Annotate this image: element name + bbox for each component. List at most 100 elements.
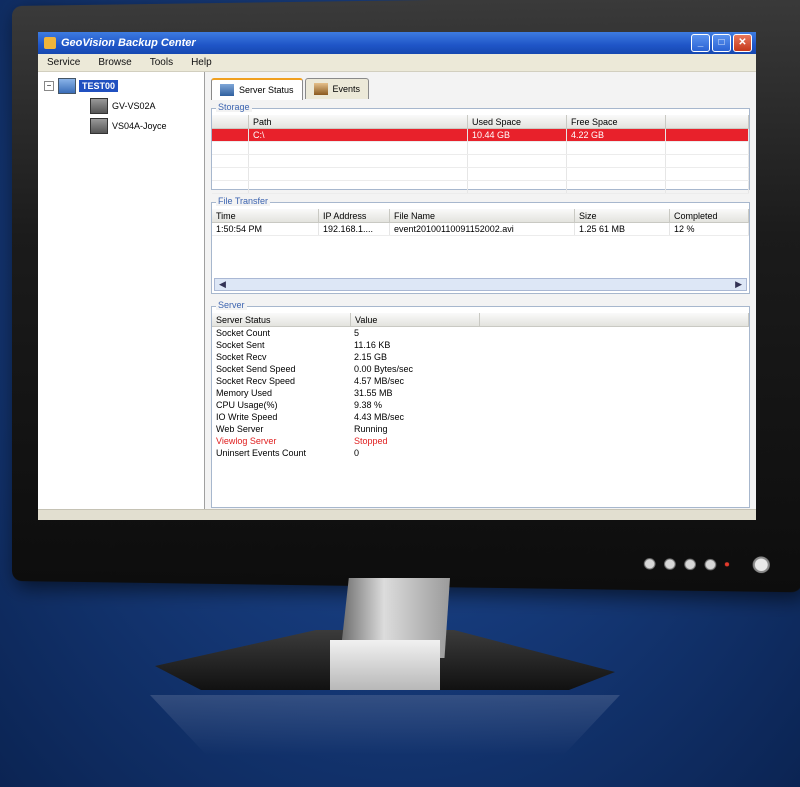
tab-events[interactable]: Events: [304, 78, 370, 99]
storage-empty-cell: [248, 167, 468, 181]
storage-header-free[interactable]: Free Space: [566, 115, 666, 129]
server-status-row[interactable]: Uninsert Events Count 0: [212, 447, 749, 459]
storage-header-filler: [665, 115, 749, 129]
transfer-header-time[interactable]: Time: [212, 209, 319, 223]
tree-item-gv-vs02a[interactable]: GV-VS02A: [90, 98, 156, 114]
scroll-right-icon[interactable]: ▶: [731, 279, 746, 290]
server-header-filler: [479, 313, 749, 327]
video-server-icon: [90, 98, 108, 114]
monitor-button: [704, 558, 717, 570]
host-tree: − TEST00 GV-VS02A VS04A-Joyce: [38, 72, 205, 510]
storage-panel: Storage Path Used Space Free Space C:\ 10…: [211, 102, 750, 194]
storage-empty-cell: [467, 167, 567, 181]
window-controls: _ □ ✕: [691, 34, 752, 52]
monitor-button: [643, 557, 656, 570]
storage-empty-row: [212, 154, 749, 168]
storage-empty-cell: [566, 141, 666, 155]
storage-empty-cell: [212, 167, 249, 181]
scroll-left-icon[interactable]: ◀: [215, 279, 230, 290]
server-status-name: Uninsert Events Count: [216, 448, 307, 458]
server-status-row[interactable]: Viewlog Server Stopped: [212, 435, 749, 447]
server-status-row[interactable]: Socket Sent 11.16 KB: [212, 339, 749, 351]
tab-strip: Server Status Events: [211, 78, 370, 100]
server-status-row[interactable]: Memory Used 31.55 MB: [212, 387, 749, 399]
server-status-value: 0.00 Bytes/sec: [354, 364, 414, 374]
monitor-button: [684, 558, 696, 570]
transfer-cell-file: event20100110091152002.avi: [389, 222, 575, 236]
minimize-button[interactable]: _: [691, 34, 710, 52]
transfer-header-ip[interactable]: IP Address: [318, 209, 390, 223]
monitor-controls: [643, 555, 770, 574]
storage-header-blank: [212, 115, 249, 129]
storage-empty-cell: [467, 141, 567, 155]
server-status-row[interactable]: Socket Send Speed 0.00 Bytes/sec: [212, 363, 749, 375]
monitor-button: [664, 557, 676, 570]
tree-item-label: VS04A-Joyce: [112, 121, 167, 131]
server-status-name: Socket Send Speed: [216, 364, 296, 374]
server-status-row[interactable]: Socket Recv Speed 4.57 MB/sec: [212, 375, 749, 387]
storage-header-path[interactable]: Path: [248, 115, 468, 129]
file-transfer-title: File Transfer: [216, 196, 271, 206]
menu-service[interactable]: Service: [38, 57, 89, 68]
status-bar: [38, 509, 756, 520]
storage-empty-cell: [665, 167, 749, 181]
server-status-row[interactable]: Socket Recv 2.15 GB: [212, 351, 749, 363]
server-header-value[interactable]: Value: [350, 313, 480, 327]
storage-empty-cell: [566, 180, 666, 194]
storage-empty-cell: [248, 180, 468, 194]
storage-row[interactable]: C:\ 10.44 GB 4.22 GB: [212, 128, 749, 142]
tree-root-item[interactable]: − TEST00: [44, 78, 119, 94]
server-panel: Server Server Status Value Socket Count 5…: [211, 300, 750, 508]
desk-reflection: [150, 695, 620, 755]
server-status-value: 2.15 GB: [354, 352, 388, 362]
close-button[interactable]: ✕: [733, 34, 752, 52]
server-status-value: 5: [354, 328, 360, 338]
server-status-name: CPU Usage(%): [216, 400, 278, 410]
storage-empty-cell: [212, 180, 249, 194]
file-transfer-panel: File Transfer Time IP Address File Name …: [211, 196, 750, 294]
server-status-name: Viewlog Server: [216, 436, 277, 446]
transfer-row[interactable]: 1:50:54 PM 192.168.1.... event201001100911…: [212, 222, 749, 236]
tab-label: Server Status: [239, 85, 294, 95]
menu-browse[interactable]: Browse: [89, 57, 140, 68]
server-status-row[interactable]: Socket Count 5: [212, 327, 749, 339]
storage-empty-row: [212, 180, 749, 194]
storage-empty-cell: [566, 154, 666, 168]
transfer-cell-completed: 12 %: [669, 222, 749, 236]
server-status-name: Socket Recv: [216, 352, 267, 362]
tab-label: Events: [332, 84, 361, 94]
title-bar[interactable]: GeoVision Backup Center _ □ ✕: [38, 32, 756, 54]
server-status-name: IO Write Speed: [216, 412, 278, 422]
transfer-cell-time: 1:50:54 PM: [212, 222, 319, 236]
server-status-header: Server Status Value: [212, 313, 749, 327]
monitor-base-front: [330, 640, 440, 690]
storage-empty-cell: [248, 141, 468, 155]
storage-empty-row: [212, 141, 749, 155]
server-status-row[interactable]: CPU Usage(%) 9.38 %: [212, 399, 749, 411]
tree-item-vs04a-joyce[interactable]: VS04A-Joyce: [90, 118, 167, 134]
storage-header-used[interactable]: Used Space: [467, 115, 567, 129]
storage-cell-used: 10.44 GB: [467, 128, 567, 142]
horizontal-scrollbar[interactable]: ◀ ▶: [214, 278, 747, 291]
server-status-value: 4.57 MB/sec: [354, 376, 405, 386]
storage-cell-filler: [665, 128, 749, 142]
server-status-value: 0: [354, 448, 360, 458]
collapse-icon[interactable]: −: [44, 81, 54, 91]
storage-empty-cell: [467, 180, 567, 194]
transfer-header-completed[interactable]: Completed: [669, 209, 749, 223]
server-status-name: Socket Count: [216, 328, 271, 338]
maximize-button[interactable]: □: [712, 34, 731, 52]
server-header-status[interactable]: Server Status: [212, 313, 351, 327]
transfer-header-file[interactable]: File Name: [389, 209, 575, 223]
server-status-name: Memory Used: [216, 388, 273, 398]
storage-empty-cell: [665, 180, 749, 194]
storage-empty-cell: [665, 154, 749, 168]
storage-table: Path Used Space Free Space C:\ 10.44 GB 4.…: [212, 115, 749, 194]
server-status-row[interactable]: Web Server Running: [212, 423, 749, 435]
tab-server-status[interactable]: Server Status: [211, 78, 303, 100]
window-title: GeoVision Backup Center: [61, 37, 196, 49]
menu-tools[interactable]: Tools: [141, 57, 182, 68]
server-status-row[interactable]: IO Write Speed 4.43 MB/sec: [212, 411, 749, 423]
transfer-header-size[interactable]: Size: [574, 209, 670, 223]
menu-help[interactable]: Help: [182, 57, 221, 68]
